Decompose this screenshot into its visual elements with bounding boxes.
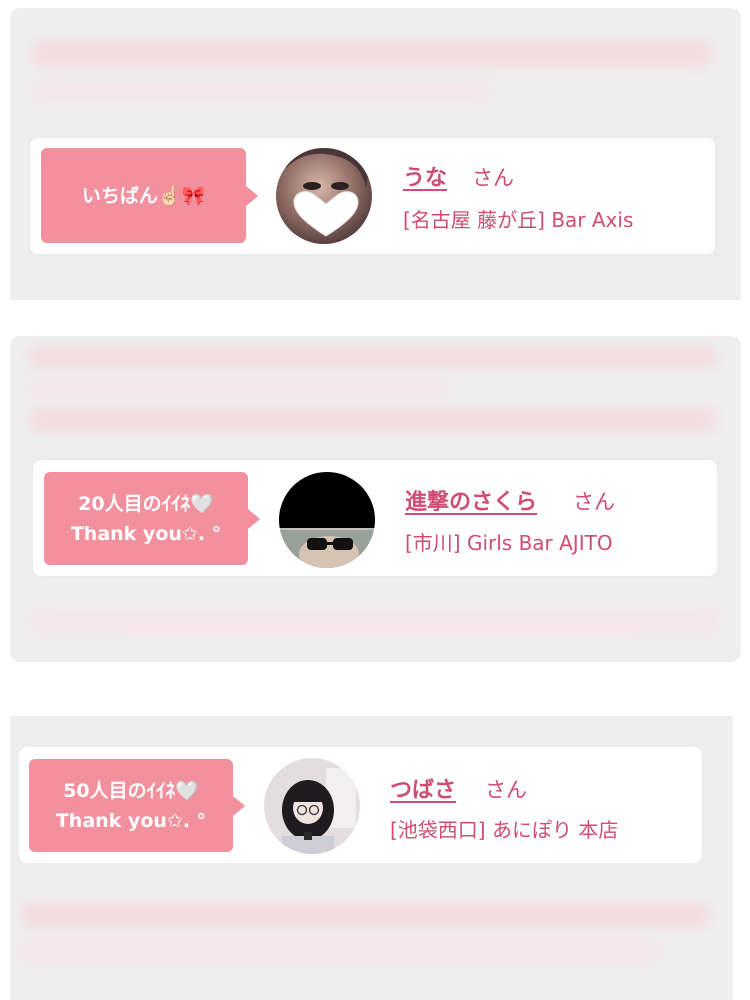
message-text: Thank you✩. ° [70, 522, 222, 545]
avatar[interactable] [279, 472, 375, 568]
blurred-text [32, 40, 712, 68]
honorific: さん [573, 490, 615, 514]
sunglasses-photo-icon [279, 472, 375, 568]
blurred-text [20, 902, 710, 928]
message-bubble: 20人目のｲｲﾈ🤍 Thank you✩. ° [44, 472, 260, 565]
message-text: 50人目のｲｲﾈ🤍 [63, 779, 199, 802]
shop-name: [池袋西口] あにぽり 本店 [390, 818, 619, 842]
shop-name: [名古屋 藤が丘] Bar Axis [403, 208, 634, 232]
honorific: さん [472, 166, 514, 190]
shop-name: [市川] Girls Bar AJITO [405, 531, 613, 555]
like-card-3[interactable]: 50人目のｲｲﾈ🤍 Thank you✩. ° つばさ さん [池袋西口] あに… [19, 747, 702, 863]
blurred-text [28, 346, 718, 368]
message-bubble: 50人目のｲｲﾈ🤍 Thank you✩. ° [29, 759, 245, 852]
avatar[interactable] [264, 758, 360, 854]
person-photo-icon [264, 758, 360, 854]
message-bubble: いちばん☝🏻🎀 [41, 148, 258, 243]
heart-sticker-icon [276, 148, 372, 244]
blurred-text [28, 408, 718, 432]
like-card-1[interactable]: いちばん☝🏻🎀 うな さん [名古屋 藤が丘] Bar Axis [30, 138, 715, 254]
message-text: 20人目のｲｲﾈ🤍 [78, 492, 214, 515]
honorific: さん [485, 778, 527, 802]
user-name-link[interactable]: 進撃のさくら [405, 484, 537, 516]
user-name-link[interactable]: うな [403, 160, 447, 192]
message-text: Thank you✩. ° [55, 809, 207, 832]
message-text: いちばん☝🏻🎀 [81, 184, 206, 207]
like-card-2[interactable]: 20人目のｲｲﾈ🤍 Thank you✩. ° 進撃のさくら さん [市川] G… [33, 460, 717, 576]
avatar[interactable] [276, 148, 372, 244]
user-name-link[interactable]: つばさ [390, 772, 456, 804]
blurred-text [20, 938, 660, 964]
blurred-text [28, 378, 448, 400]
blurred-text [28, 608, 718, 634]
blurred-text [32, 80, 492, 102]
